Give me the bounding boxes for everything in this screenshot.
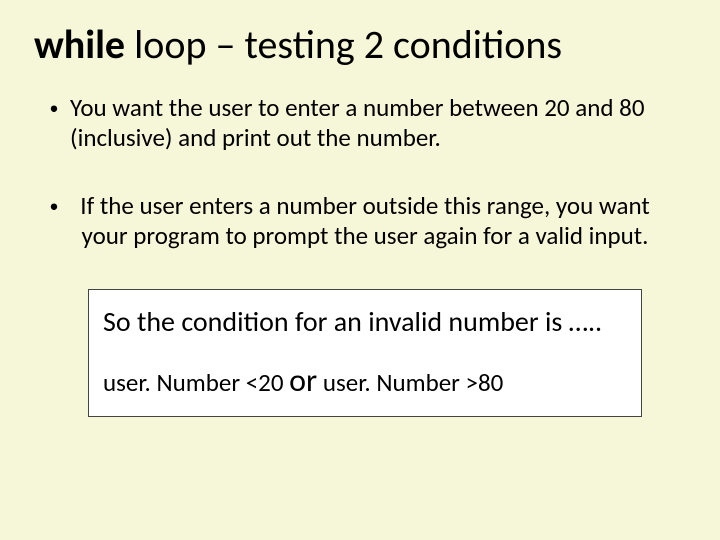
condition-box: So the condition for an invalid number i… <box>88 289 642 417</box>
slide-title: while loop – testing 2 conditions <box>30 20 690 69</box>
condition-left: user. Number <20 <box>103 367 289 398</box>
box-line-1: So the condition for an invalid number i… <box>103 304 627 339</box>
bullet-text: If the user enters a number outside this… <box>70 191 690 251</box>
box-line-2: user. Number <20 or user. Number >80 <box>103 361 627 400</box>
title-bold: while <box>34 20 125 69</box>
bullet-dot-icon: • <box>38 93 70 153</box>
title-rest: loop – testing 2 conditions <box>125 20 562 69</box>
slide: while loop – testing 2 conditions • You … <box>0 0 720 540</box>
bullet-text: You want the user to enter a number betw… <box>70 93 690 153</box>
bullet-item: • If the user enters a number outside th… <box>38 191 690 251</box>
bullet-list: • You want the user to enter a number be… <box>30 93 690 251</box>
condition-or: or <box>289 361 317 400</box>
bullet-item: • You want the user to enter a number be… <box>38 93 690 153</box>
condition-right: user. Number >80 <box>317 367 503 398</box>
bullet-dot-icon: • <box>38 191 70 251</box>
